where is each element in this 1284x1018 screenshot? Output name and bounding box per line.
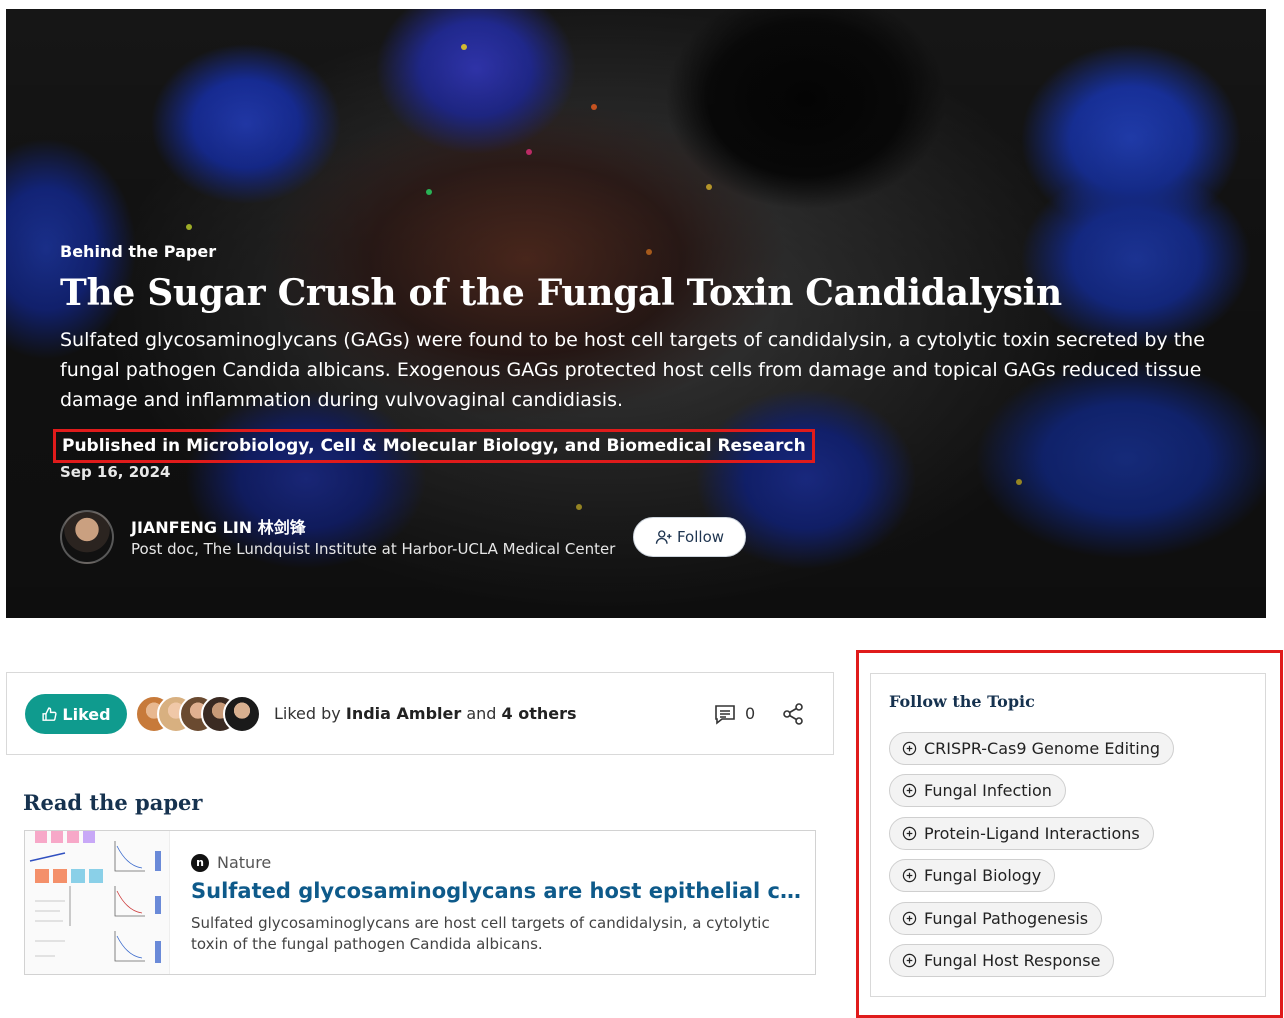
hero-banner: Behind the Paper The Sugar Crush of the …: [6, 9, 1266, 618]
published-in-subjects[interactable]: Published in Microbiology, Cell & Molecu…: [53, 429, 815, 463]
author-name[interactable]: JIANFENG LIN 林剑锋: [131, 514, 306, 538]
paper-description: Sulfated glycosaminoglycans are host cel…: [191, 914, 770, 953]
plus-circle-icon: [902, 911, 917, 926]
thumbs-up-icon: [42, 706, 57, 721]
add-user-icon: [655, 530, 672, 544]
article-summary: Sulfated glycosaminoglycans (GAGs) were …: [60, 329, 1205, 411]
paper-title-link[interactable]: Sulfated glycosaminoglycans are host epi…: [191, 879, 801, 903]
plus-circle-icon: [902, 826, 917, 841]
paper-figure-thumbnail: [29, 831, 161, 963]
comment-count: 0: [745, 704, 756, 723]
liked-by-connector: and: [461, 704, 502, 723]
article-title: The Sugar Crush of the Fungal Toxin Cand…: [60, 272, 1062, 314]
topic-chip[interactable]: Fungal Biology: [889, 859, 1056, 892]
topic-chip-label: Fungal Pathogenesis: [924, 909, 1089, 928]
topic-chip[interactable]: Fungal Pathogenesis: [889, 902, 1103, 935]
liked-label: Liked: [62, 704, 111, 724]
liked-by-text: Liked by India Ambler and 4 others: [274, 704, 577, 723]
publish-date: Sep 16, 2024: [60, 463, 171, 481]
author-avatar[interactable]: [60, 510, 114, 564]
liked-by-prefix: Liked by: [274, 704, 346, 723]
liker-others-link[interactable]: 4 others: [502, 704, 577, 723]
liked-button[interactable]: Liked: [25, 694, 127, 734]
topic-chip[interactable]: Fungal Infection: [889, 774, 1066, 807]
topic-chip[interactable]: Protein-Ligand Interactions: [889, 817, 1154, 850]
liker-avatars[interactable]: [135, 695, 261, 735]
plus-circle-icon: [902, 953, 917, 968]
journal-name: Nature: [217, 853, 272, 872]
topic-chip-label: CRISPR-Cas9 Genome Editing: [924, 739, 1161, 758]
topic-chip-label: Fungal Biology: [924, 866, 1042, 885]
avatar: [223, 695, 261, 733]
topic-chip-label: Fungal Host Response: [924, 951, 1101, 970]
plus-circle-icon: [902, 868, 917, 883]
follow-topic-panel: Follow the Topic CRISPR-Cas9 Genome Edit…: [870, 673, 1266, 997]
comment-icon[interactable]: [713, 702, 737, 726]
read-the-paper-heading: Read the paper: [23, 790, 203, 815]
engagement-bar: Liked Liked by India Ambler and 4 others…: [6, 672, 834, 755]
topic-chip-label: Fungal Infection: [924, 781, 1052, 800]
plus-circle-icon: [902, 741, 917, 756]
follow-topic-heading: Follow the Topic: [889, 692, 1035, 711]
follow-label: Follow: [676, 528, 725, 546]
author-affiliation: Post doc, The Lundquist Institute at Har…: [131, 540, 616, 558]
share-icon[interactable]: [781, 702, 805, 726]
topic-chip[interactable]: Fungal Host Response: [889, 944, 1115, 977]
journal-source: n Nature: [191, 853, 271, 872]
paper-card[interactable]: n Nature Sulfated glycosaminoglycans are…: [24, 830, 816, 975]
topic-chip-label: Protein-Ligand Interactions: [924, 824, 1140, 843]
liker-name-link[interactable]: India Ambler: [346, 704, 461, 723]
published-in-label: Published in Microbiology, Cell & Molecu…: [62, 436, 806, 456]
article-kicker: Behind the Paper: [60, 242, 217, 261]
follow-author-button[interactable]: Follow: [633, 517, 746, 557]
paper-thumbnail: [25, 831, 170, 974]
topic-chip[interactable]: CRISPR-Cas9 Genome Editing: [889, 732, 1175, 765]
plus-circle-icon: [902, 783, 917, 798]
nature-logo-icon: n: [191, 853, 209, 872]
